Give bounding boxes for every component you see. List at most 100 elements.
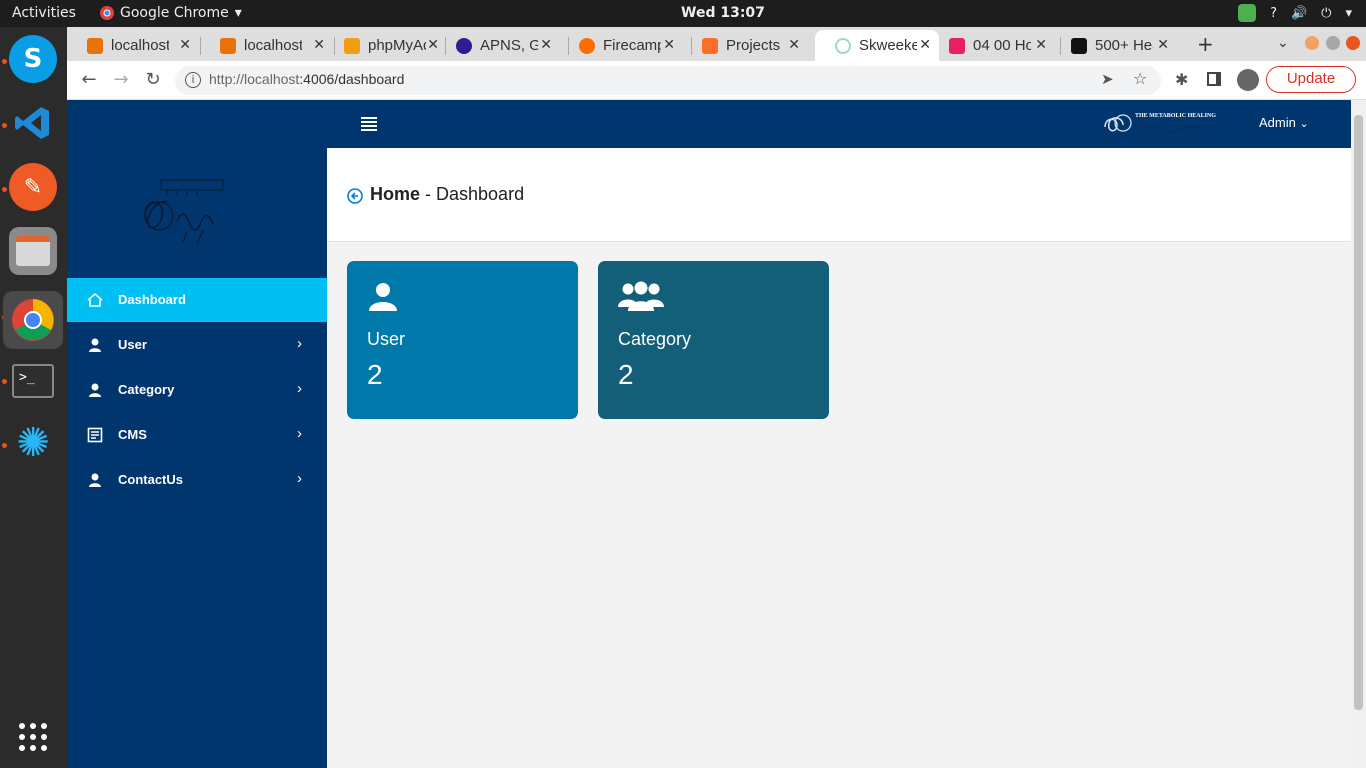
- breadcrumb-current: Dashboard: [436, 184, 525, 204]
- browser-tab[interactable]: 04 00 Home✕: [929, 30, 1055, 61]
- card-value: 2: [618, 359, 634, 390]
- sidebar-item-label: ContactUs: [118, 472, 184, 487]
- browser-tab[interactable]: localhost ✕: [200, 30, 333, 61]
- tab-title: Skweekers: [859, 37, 917, 54]
- tab-title: Firecamp: [603, 37, 661, 54]
- user-icon: [89, 338, 101, 352]
- address-bar[interactable]: i http://localhost:4006/dashboard ➤ ☆: [175, 66, 1161, 95]
- chevron-right-icon: ›: [297, 425, 302, 442]
- star-icon[interactable]: ☆: [1133, 69, 1147, 88]
- splash-app-icon[interactable]: ✺: [9, 419, 57, 467]
- browser-tab-active[interactable]: Skweekers✕: [815, 30, 939, 61]
- chrome-dock-icon[interactable]: [3, 291, 63, 349]
- sidebar-item-category[interactable]: Category ›: [67, 368, 327, 412]
- chevron-down-icon: ▾: [1345, 5, 1352, 21]
- web-page: THE METABOLIC HEALING Admin ⌄ Dashboard …: [67, 100, 1351, 768]
- close-icon[interactable]: ✕: [1157, 37, 1169, 53]
- invision-favicon-icon: [949, 37, 965, 54]
- chevron-right-icon: ›: [297, 470, 302, 487]
- forward-button[interactable]: →: [110, 69, 132, 91]
- browser-tab[interactable]: Projects ✕: [682, 30, 808, 61]
- tab-title: localhost: [244, 37, 302, 54]
- sidebar-item-cms[interactable]: CMS ›: [67, 413, 327, 457]
- extensions-icon[interactable]: ✱: [1175, 70, 1188, 89]
- localhost-favicon-icon: [87, 37, 103, 54]
- running-indicator: [2, 123, 7, 128]
- maximize-icon[interactable]: [1326, 36, 1340, 50]
- close-icon[interactable]: ✕: [663, 37, 675, 53]
- running-indicator: [2, 379, 7, 384]
- admin-menu[interactable]: Admin ⌄: [1259, 115, 1309, 130]
- page-scrollbar[interactable]: [1351, 100, 1366, 768]
- hamburger-menu-icon[interactable]: [361, 117, 377, 131]
- chevron-right-icon: ›: [297, 380, 302, 397]
- card-value: 2: [367, 359, 383, 390]
- document-icon: [87, 427, 103, 443]
- info-icon[interactable]: i: [185, 72, 201, 88]
- breadcrumb-separator: -: [420, 184, 437, 204]
- user-icon: [89, 473, 101, 487]
- new-tab-button[interactable]: +: [1197, 32, 1214, 56]
- running-indicator: [2, 187, 7, 192]
- sidebar-item-user[interactable]: User ›: [67, 323, 327, 367]
- avatar[interactable]: [1237, 69, 1259, 91]
- files-icon[interactable]: [9, 227, 57, 275]
- update-button[interactable]: Update: [1266, 66, 1356, 93]
- running-indicator: [2, 443, 7, 448]
- tab-title: APNS, GCM: [480, 37, 538, 54]
- sidebar-item-contactus[interactable]: ContactUs ›: [67, 458, 327, 502]
- close-icon[interactable]: ✕: [1035, 37, 1047, 53]
- app-menu[interactable]: Google Chrome ▾: [100, 5, 242, 21]
- page-header: Home - Dashboard: [327, 148, 1351, 242]
- tab-title: 04 00 Home: [973, 37, 1031, 54]
- browser-tab[interactable]: 500+ Head✕: [1051, 30, 1177, 61]
- running-indicator: [2, 59, 7, 64]
- vscode-icon[interactable]: [9, 99, 57, 147]
- send-icon[interactable]: ➤: [1101, 70, 1114, 88]
- home-icon: [87, 292, 103, 307]
- category-stat-card[interactable]: Category 2: [598, 261, 829, 419]
- reload-button[interactable]: ↻: [142, 69, 164, 91]
- app-header: THE METABOLIC HEALING Admin ⌄: [67, 100, 1351, 148]
- minimize-icon[interactable]: [1305, 36, 1319, 50]
- tab-title: Projects: [726, 37, 781, 54]
- browser-tab[interactable]: phpMyAdmin✕: [324, 30, 447, 61]
- user-stat-card[interactable]: User 2: [347, 261, 578, 419]
- breadcrumb-home[interactable]: Home: [370, 184, 420, 204]
- card-label: Category: [618, 329, 692, 349]
- chevron-down-icon: ⌄: [1299, 118, 1309, 130]
- close-icon[interactable]: ✕: [540, 37, 552, 53]
- sidebar-logo: [144, 179, 224, 245]
- terminal-icon[interactable]: >_: [9, 357, 57, 405]
- clock[interactable]: Wed 13:07: [681, 5, 765, 21]
- shield-icon: [1238, 4, 1257, 22]
- skype-icon[interactable]: S: [9, 35, 57, 83]
- apns-favicon-icon: [456, 37, 472, 54]
- card-label: User: [367, 329, 406, 349]
- show-apps-icon[interactable]: [9, 713, 57, 761]
- sidebar-item-dashboard[interactable]: Dashboard: [67, 278, 327, 322]
- back-button[interactable]: ←: [78, 69, 100, 91]
- postman-icon[interactable]: ✎: [9, 163, 57, 211]
- browser-tab[interactable]: Firecamp ✕: [559, 30, 683, 61]
- sidebar-item-label: Dashboard: [118, 292, 186, 307]
- browser-tab[interactable]: APNS, GCM✕: [436, 30, 560, 61]
- activities-button[interactable]: Activities: [12, 5, 76, 21]
- close-window-icon[interactable]: [1346, 36, 1360, 50]
- kebab-menu-icon[interactable]: ⋮: [1359, 69, 1366, 88]
- chrome-icon: [100, 6, 114, 20]
- app-menu-label: Google Chrome: [120, 5, 229, 21]
- tab-strip: localhost✕ localhost✕ phpMyAdmin✕ APNS, …: [67, 27, 1366, 61]
- system-tray[interactable]: ? 🔊 ⏻ ▾: [1238, 4, 1352, 22]
- scrollbar-thumb[interactable]: [1354, 115, 1363, 710]
- close-icon[interactable]: ✕: [788, 37, 800, 53]
- side-panel-icon[interactable]: [1207, 72, 1221, 86]
- close-icon[interactable]: ✕: [179, 37, 191, 53]
- browser-tab[interactable]: localhost ✕: [67, 30, 199, 61]
- tab-search-icon[interactable]: ⌄: [1277, 35, 1289, 51]
- system-top-bar: Activities Google Chrome ▾ Wed 13:07 ? 🔊…: [0, 0, 1366, 27]
- sidebar: Dashboard User › Category › CMS › Contac…: [67, 148, 327, 768]
- header-logo: THE METABOLIC HEALING: [1104, 113, 1216, 133]
- help-icon: ?: [1270, 5, 1277, 21]
- back-arrow-icon[interactable]: [347, 188, 363, 204]
